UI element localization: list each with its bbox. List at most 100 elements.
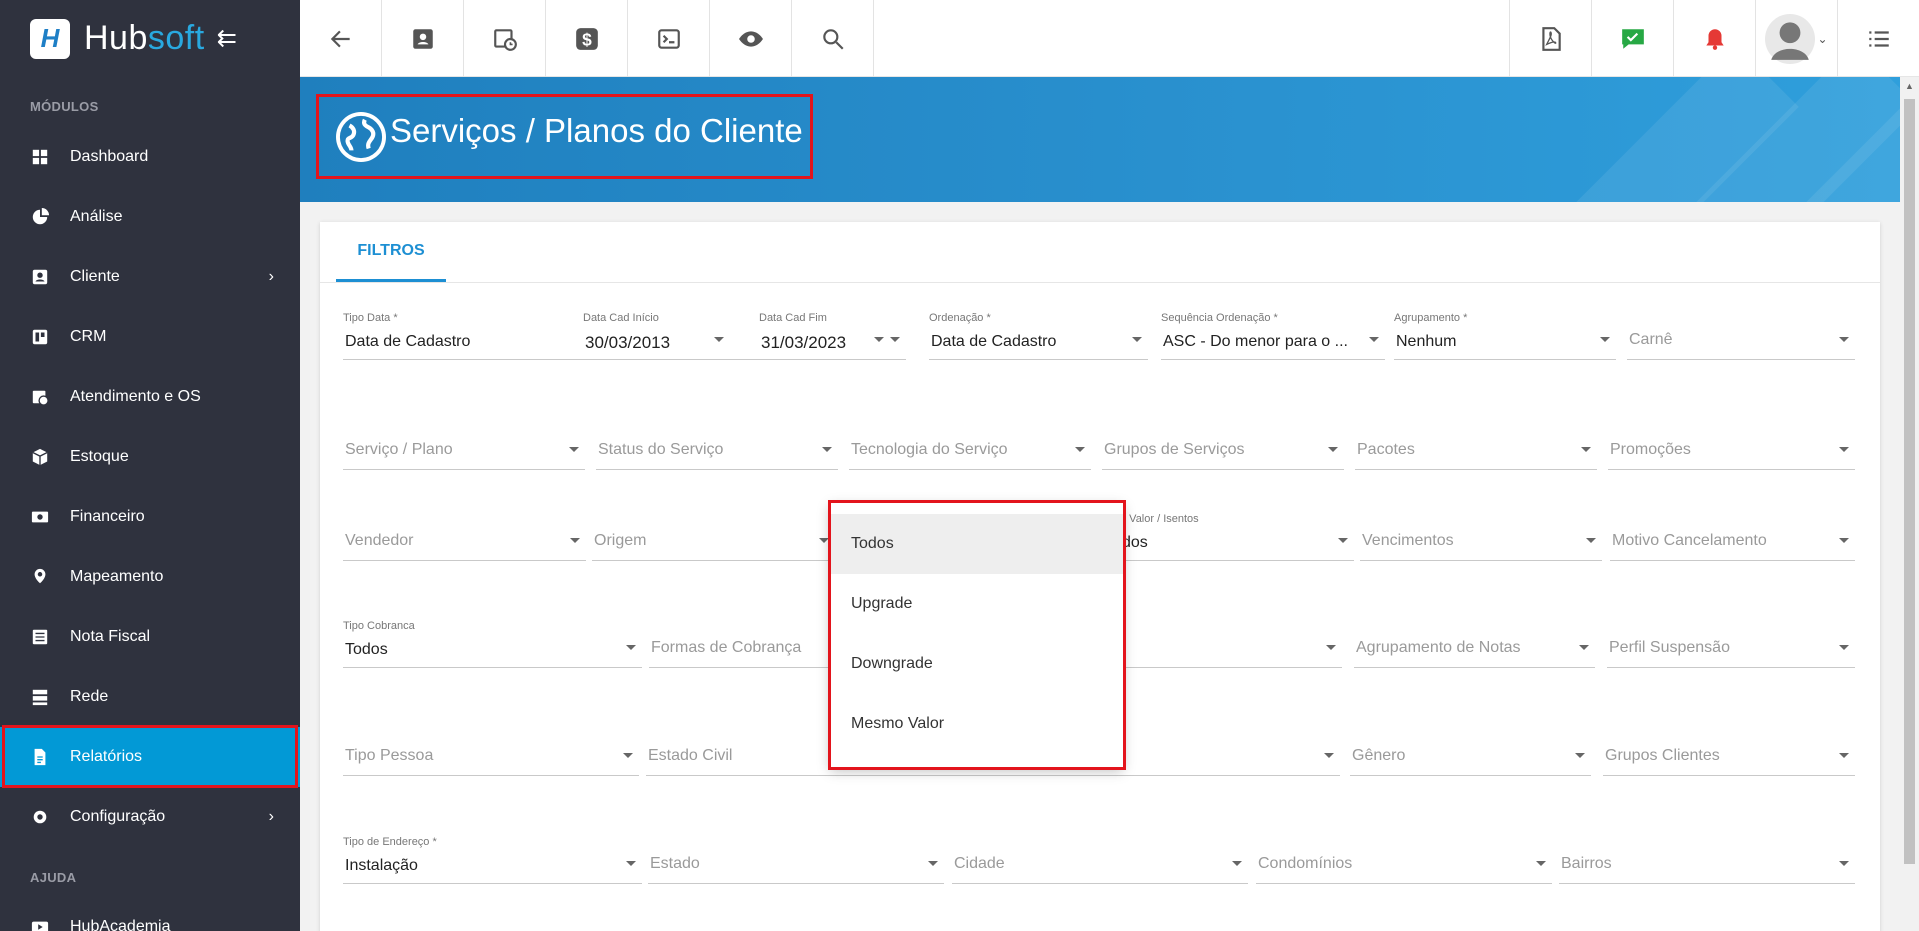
dollar-icon: $ [575,27,598,50]
origem-select[interactable]: Origem [592,517,835,561]
sidebar-item-label: Nota Fiscal [70,628,151,645]
data-cad-inicio-field[interactable]: Data Cad Início 30/03/2013 [583,312,730,360]
dropdown-option-upgrade[interactable]: Upgrade [830,574,1123,634]
bairros-select[interactable]: Bairros [1559,840,1855,884]
sequencia-ordenacao-select[interactable]: Sequência Ordenação * ASC - Do menor par… [1161,312,1385,360]
caret-down-icon [819,538,829,543]
pdf-button[interactable] [1509,0,1591,77]
arrow-left-icon [330,30,350,47]
tipo-endereco-select[interactable]: Tipo de Endereço * Instalação [343,836,642,884]
sidebar-item-label: Mapeamento [70,568,164,585]
sidebar-item-label: Cliente [70,268,120,285]
estado-select[interactable]: Estado [648,840,944,884]
sidebar-item-hubacademia[interactable]: HubAcademia [0,897,300,931]
page-scrollbar[interactable]: ▲ [1900,77,1919,931]
status-servico-select[interactable]: Status do Serviço [596,426,838,470]
report-icon [30,747,50,767]
list-icon [1868,30,1889,47]
grupos-servicos-select[interactable]: Grupos de Serviços [1102,426,1344,470]
vencimentos-select[interactable]: Vencimentos [1360,517,1602,561]
valor-isentos-select[interactable]: n Valor / Isentos dos [1120,513,1354,561]
agrupamento-notas-select[interactable]: Agrupamento de Notas [1354,624,1595,668]
agrupamento-select[interactable]: Agrupamento * Nenhum [1394,312,1616,360]
caret-down-icon [1324,753,1334,758]
sidebar-item-cliente[interactable]: Cliente › [0,247,300,307]
sidebar-item-nota-fiscal[interactable]: Nota Fiscal [0,607,300,667]
dropdown-option-todos[interactable]: Todos [830,514,1123,574]
sidebar-item-atendimento[interactable]: Atendimento e OS [0,367,300,427]
view-button[interactable] [710,0,792,77]
sidebar-item-estoque[interactable]: Estoque [0,427,300,487]
motivo-cancelamento-select[interactable]: Motivo Cancelamento [1610,517,1855,561]
tecnologia-servico-select[interactable]: Tecnologia do Serviço [849,426,1091,470]
brand[interactable]: H Hubsoft ⇇ [0,0,300,77]
alarm-bell-icon [1705,28,1724,50]
sidebar-item-crm[interactable]: CRM [0,307,300,367]
caret-down-icon [1839,538,1849,543]
sidebar-item-label: HubAcademia [70,918,171,931]
cidade-select[interactable]: Cidade [952,840,1248,884]
sidebar-item-mapeamento[interactable]: Mapeamento [0,547,300,607]
scrollbar-thumb[interactable] [1904,99,1915,864]
sidebar-item-relatorios[interactable]: Relatórios [0,727,300,787]
dropdown-option-mesmo-valor[interactable]: Mesmo Valor [830,694,1123,754]
vendedor-select[interactable]: Vendedor [343,517,586,561]
alerts-button[interactable] [1673,0,1755,77]
perfil-suspensao-select[interactable]: Perfil Suspensão [1607,624,1855,668]
grupos-clientes-select[interactable]: Grupos Clientes [1603,732,1855,776]
sidebar-item-label: Estoque [70,448,129,465]
pacotes-select[interactable]: Pacotes [1355,426,1597,470]
sidebar-item-label: Dashboard [70,148,149,165]
data-cad-fim-field[interactable]: Data Cad Fim 31/03/2023 [759,312,906,360]
servico-plano-select[interactable]: Serviço / Plano [343,426,585,470]
caret-down-icon [1232,861,1242,866]
server-icon [30,687,50,707]
terminal-button[interactable] [628,0,710,77]
carne-select[interactable]: Carnê [1627,316,1855,360]
condominios-select[interactable]: Condomínios [1256,840,1552,884]
caret-down-icon [714,337,724,342]
caret-down-icon [1839,447,1849,452]
sidebar-item-financeiro[interactable]: Financeiro [0,487,300,547]
promocoes-select[interactable]: Promoções [1608,426,1855,470]
schedule-button[interactable] [464,0,546,77]
collapse-menu-icon[interactable]: ⇇ [217,24,237,53]
tasks-button[interactable] [1591,0,1673,77]
tab-filtros[interactable]: FILTROS [336,222,446,282]
sidebar: H Hubsoft ⇇ MÓDULOS Dashboard Análise Cl… [0,0,300,931]
client-card-button[interactable] [382,0,464,77]
sidebar-item-dashboard[interactable]: Dashboard [0,127,300,187]
sidebar-item-label: CRM [70,328,107,345]
page-title: Serviços / Planos do Cliente [390,112,803,149]
box-icon [30,447,50,467]
caret-down-icon [570,538,580,543]
scroll-up-icon[interactable]: ▲ [1905,81,1914,91]
sidebar-item-rede[interactable]: Rede [0,667,300,727]
ordenacao-select[interactable]: Ordenação * Data de Cadastro [929,312,1148,360]
caret-down-icon [1586,538,1596,543]
back-button[interactable] [300,0,382,77]
user-menu-button[interactable]: ⌄ [1755,0,1837,77]
map-pin-icon [30,567,50,587]
caret-down-icon [822,447,832,452]
sidebar-item-configuracao[interactable]: Configuração › [0,787,300,847]
caret-down-icon [1132,337,1142,342]
tipo-cobranca-select[interactable]: Tipo Cobranca Todos [343,620,642,668]
hidden-select-row5[interactable] [1120,732,1340,776]
dropdown-option-downgrade[interactable]: Downgrade [830,634,1123,694]
pie-chart-icon [30,207,50,227]
caret-down-icon [1839,753,1849,758]
menu-list-button[interactable] [1837,0,1919,77]
video-icon [30,917,50,931]
hidden-select-row4[interactable] [1120,624,1342,668]
caret-down-icon [1575,753,1585,758]
finance-button[interactable]: $ [546,0,628,77]
caret-down-icon [1839,645,1849,650]
sidebar-item-analise[interactable]: Análise [0,187,300,247]
caret-down-icon [1328,447,1338,452]
tipo-pessoa-select[interactable]: Tipo Pessoa [343,732,639,776]
caret-down-icon [928,861,938,866]
genero-select[interactable]: Gênero [1350,732,1591,776]
search-button[interactable] [792,0,874,77]
caret-down-icon [626,645,636,650]
